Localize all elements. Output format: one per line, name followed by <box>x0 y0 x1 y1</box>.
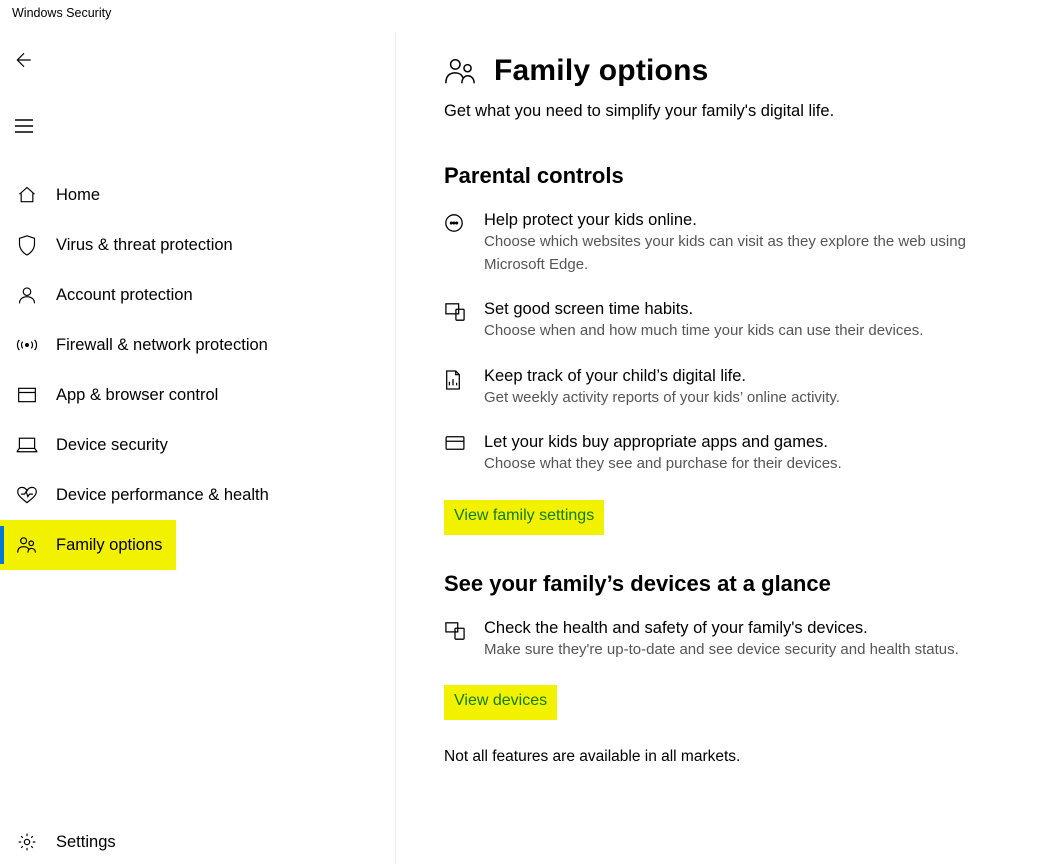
sidebar-item-family[interactable]: Family options <box>0 520 176 570</box>
device-health-icon <box>444 619 466 662</box>
feature-desc: Choose when and how much time your kids … <box>484 320 923 343</box>
feature-desc: Make sure they're up-to-date and see dev… <box>484 639 959 662</box>
view-family-settings-link[interactable]: View family settings <box>444 500 604 535</box>
view-devices-link[interactable]: View devices <box>444 685 557 720</box>
home-icon <box>14 185 40 205</box>
sidebar-item-device-security[interactable]: Device security <box>0 420 395 470</box>
feature-desc: Choose which websites your kids can visi… <box>484 231 1024 276</box>
hamburger-icon <box>14 118 34 134</box>
gear-icon <box>14 832 40 852</box>
devices-icon <box>444 300 466 343</box>
page-header: Family options <box>444 54 1046 88</box>
main-content: Family options Get what you need to simp… <box>396 32 1046 864</box>
sidebar-item-label: Device security <box>56 436 168 455</box>
page-title: Family options <box>494 54 709 88</box>
section-title-parental: Parental controls <box>444 163 1046 189</box>
feature-title: Check the health and safety of your fami… <box>484 619 959 638</box>
link-row-view-devices: View devices <box>444 685 1046 720</box>
sidebar-item-firewall[interactable]: Firewall & network protection <box>0 320 395 370</box>
app-root: Home Virus & threat protection Account p… <box>0 32 1046 864</box>
section-title-devices: See your family’s devices at a glance <box>444 571 1046 597</box>
sidebar-item-performance[interactable]: Device performance & health <box>0 470 395 520</box>
feature-title: Set good screen time habits. <box>484 300 923 319</box>
sidebar-item-label: Firewall & network protection <box>56 336 268 355</box>
link-row-family-settings: View family settings <box>444 500 1046 535</box>
sidebar-item-home[interactable]: Home <box>0 170 395 220</box>
feature-title: Let your kids buy appropriate apps and g… <box>484 433 842 452</box>
sidebar-nav: Home Virus & threat protection Account p… <box>0 170 395 570</box>
window-title: Windows Security <box>12 6 111 20</box>
sidebar-item-app-browser[interactable]: App & browser control <box>0 370 395 420</box>
family-header-icon <box>444 56 476 86</box>
feature-desc: Get weekly activity reports of your kids… <box>484 387 840 410</box>
feature-title: Keep track of your child’s digital life. <box>484 367 840 386</box>
feature-track-activity: Keep track of your child’s digital life.… <box>444 367 1024 410</box>
feature-screen-time: Set good screen time habits. Choose when… <box>444 300 1024 343</box>
window-icon <box>14 386 40 404</box>
heart-icon <box>14 485 40 505</box>
sidebar-item-virus[interactable]: Virus & threat protection <box>0 220 395 270</box>
footer-note: Not all features are available in all ma… <box>444 748 1046 766</box>
sidebar-item-label: Settings <box>56 833 116 852</box>
feature-protect-kids: Help protect your kids online. Choose wh… <box>444 211 1024 276</box>
person-icon <box>14 285 40 305</box>
sidebar-item-label: Home <box>56 186 100 205</box>
back-button[interactable] <box>0 36 48 84</box>
family-icon <box>14 535 40 555</box>
sidebar-item-settings[interactable]: Settings <box>0 822 395 862</box>
antenna-icon <box>14 335 40 355</box>
sidebar: Home Virus & threat protection Account p… <box>0 32 396 864</box>
page-subtitle: Get what you need to simplify your famil… <box>444 102 1046 121</box>
report-icon <box>444 367 466 410</box>
sidebar-top <box>0 32 395 158</box>
hamburger-button[interactable] <box>0 102 48 150</box>
back-arrow-icon <box>14 50 34 70</box>
feature-device-health: Check the health and safety of your fami… <box>444 619 1024 662</box>
window-titlebar: Windows Security <box>0 0 1046 32</box>
sidebar-item-label: Account protection <box>56 286 193 305</box>
feature-desc: Choose what they see and purchase for th… <box>484 453 842 476</box>
sidebar-item-label: Device performance & health <box>56 486 269 505</box>
sidebar-item-account[interactable]: Account protection <box>0 270 395 320</box>
feature-purchases: Let your kids buy appropriate apps and g… <box>444 433 1024 476</box>
web-filter-icon <box>444 211 466 276</box>
sidebar-item-label: Virus & threat protection <box>56 236 233 255</box>
sidebar-item-label: App & browser control <box>56 386 218 405</box>
laptop-icon <box>14 436 40 454</box>
sidebar-bottom: Settings <box>0 822 395 864</box>
sidebar-item-label: Family options <box>56 536 162 555</box>
shield-icon <box>14 234 40 256</box>
credit-card-icon <box>444 433 466 476</box>
feature-title: Help protect your kids online. <box>484 211 1024 230</box>
